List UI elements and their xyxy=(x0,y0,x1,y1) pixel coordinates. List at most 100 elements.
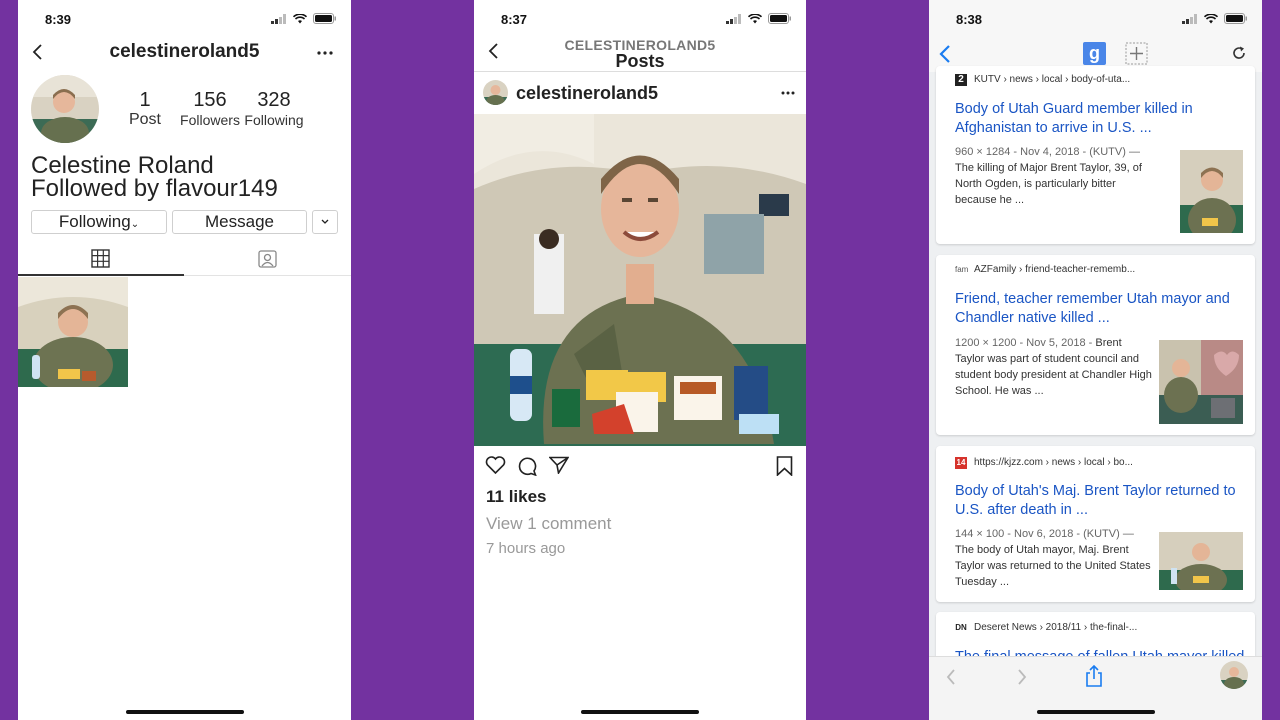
google-image-search-screen: 8:38 g 2 KUTV › news › local › body-of-u… xyxy=(929,0,1262,720)
instagram-post-screen: 8:37 CELESTINEROLAND5 Posts celestinerol… xyxy=(474,0,806,720)
thumbnail-photo xyxy=(1159,532,1243,590)
grid-view-icon[interactable] xyxy=(91,249,110,268)
result-thumbnail[interactable] xyxy=(1159,340,1243,424)
search-result-card[interactable]: 14 https://kjzz.com › news › local › bo.… xyxy=(936,446,1255,602)
result-snippet-text: The killing of Major Brent Taylor, 39, o… xyxy=(955,162,1142,206)
browser-back-icon[interactable] xyxy=(946,669,956,685)
reload-icon[interactable] xyxy=(1232,46,1246,60)
result-thumbnail[interactable] xyxy=(1159,532,1243,590)
suggested-dropdown-button[interactable] xyxy=(312,210,338,234)
search-result-card[interactable]: 2 KUTV › news › local › body-of-uta... B… xyxy=(936,66,1255,244)
result-snippet-text: The body of Utah mayor, Maj. Brent Taylo… xyxy=(955,544,1151,588)
result-title-link[interactable]: Body of Utah Guard member killed in Afgh… xyxy=(955,100,1251,138)
result-snippet: 1200 × 1200 - Nov 5, 2018 - Brent Taylor… xyxy=(955,335,1153,399)
thumbnail-photo xyxy=(1159,340,1243,424)
followers-count: 156 xyxy=(193,89,227,111)
add-tab-icon[interactable] xyxy=(1125,42,1148,65)
followed-by-text: Followed by flavour149 xyxy=(31,176,278,202)
result-title-link[interactable]: Friend, teacher remember Utah mayor and … xyxy=(955,290,1251,328)
bookmark-icon[interactable] xyxy=(776,456,793,476)
followers-stat[interactable]: 156 Followers xyxy=(178,89,242,129)
message-button[interactable]: Message xyxy=(172,210,307,234)
result-meta: 144 × 100 - Nov 6, 2018 - (KUTV) — xyxy=(955,528,1134,540)
wifi-icon xyxy=(1204,13,1218,23)
posts-stat[interactable]: 1 Post xyxy=(114,89,176,129)
home-indicator xyxy=(581,710,699,714)
result-thumbnail[interactable] xyxy=(1180,150,1243,233)
view-comments-link[interactable]: View 1 comment xyxy=(486,514,611,534)
following-button[interactable]: Following⌄ xyxy=(31,210,167,234)
tagged-photos-icon[interactable] xyxy=(258,249,277,268)
following-label: Following xyxy=(244,112,304,128)
source-favicon-icon: DN xyxy=(955,623,967,632)
chevron-down-icon xyxy=(321,219,329,224)
following-button-label: Following xyxy=(58,212,131,231)
more-options-icon[interactable] xyxy=(317,51,333,55)
wifi-icon xyxy=(748,13,762,23)
following-stat[interactable]: 328 Following xyxy=(243,89,305,129)
followers-label: Followers xyxy=(180,112,240,128)
posts-label: Post xyxy=(128,111,161,128)
status-time: 8:37 xyxy=(501,12,528,27)
grid-post-thumbnail[interactable] xyxy=(18,277,128,387)
followed-by-prefix: Followed by xyxy=(31,175,160,202)
result-meta: 960 × 1284 - Nov 4, 2018 - (KUTV) — xyxy=(955,146,1140,158)
post-author-username[interactable]: celestineroland5 xyxy=(516,83,658,104)
battery-icon xyxy=(768,13,791,24)
like-heart-icon[interactable] xyxy=(485,455,506,475)
profile-avatar[interactable] xyxy=(31,75,99,143)
wifi-icon xyxy=(293,13,307,23)
avatar-photo xyxy=(483,80,508,105)
search-result-card[interactable]: fam AZFamily › friend-teacher-rememb... … xyxy=(936,255,1255,435)
result-source: https://kjzz.com › news › local › bo... xyxy=(974,457,1133,468)
chevron-down-icon: ⌄ xyxy=(130,219,140,230)
google-logo-icon[interactable]: g xyxy=(1083,42,1106,65)
following-count: 328 xyxy=(257,89,291,111)
header-divider xyxy=(474,71,806,72)
instagram-profile-screen: 8:39 celestineroland5 1 Post 156 Followe… xyxy=(18,0,351,720)
source-favicon-icon: fam xyxy=(955,265,969,274)
post-author-avatar[interactable] xyxy=(483,80,508,105)
result-meta: 1200 × 1200 - Nov 5, 2018 - xyxy=(955,337,1096,349)
signal-icon xyxy=(271,13,286,24)
share-icon[interactable] xyxy=(1085,665,1103,687)
avatar-photo xyxy=(31,75,99,143)
active-tab-indicator xyxy=(18,274,184,276)
signal-icon xyxy=(726,13,741,24)
status-bar: 8:39 xyxy=(18,0,351,38)
likes-count[interactable]: 11 likes xyxy=(486,487,547,507)
comment-icon[interactable] xyxy=(517,456,537,476)
source-favicon-icon: 14 xyxy=(955,457,967,469)
result-source: Deseret News › 2018/11 › the-final-... xyxy=(974,622,1138,633)
home-indicator xyxy=(1036,710,1155,714)
back-chevron-icon[interactable] xyxy=(939,45,951,63)
result-source: AZFamily › friend-teacher-rememb... xyxy=(974,264,1136,275)
more-options-icon[interactable] xyxy=(781,91,795,95)
share-send-icon[interactable] xyxy=(549,456,569,474)
account-avatar[interactable] xyxy=(1220,661,1248,689)
post-photo-image xyxy=(474,114,806,446)
message-button-label: Message xyxy=(205,212,274,231)
followed-by-user[interactable]: flavour149 xyxy=(166,175,278,202)
status-time: 8:38 xyxy=(956,12,983,27)
result-title-link[interactable]: Body of Utah's Maj. Brent Taylor returne… xyxy=(955,482,1251,520)
post-photo[interactable] xyxy=(474,114,806,446)
home-indicator xyxy=(125,710,244,714)
avatar-photo xyxy=(1220,661,1248,689)
profile-username-title: celestineroland5 xyxy=(109,41,260,62)
search-result-card[interactable]: DN Deseret News › 2018/11 › the-final-..… xyxy=(936,612,1255,662)
result-snippet: 960 × 1284 - Nov 4, 2018 - (KUTV) — The … xyxy=(955,144,1153,208)
signal-icon xyxy=(1182,13,1197,24)
battery-icon xyxy=(1224,13,1247,24)
battery-icon xyxy=(313,13,336,24)
post-thumbnail-photo xyxy=(18,277,128,387)
status-time: 8:39 xyxy=(45,12,72,27)
status-bar: 8:38 xyxy=(929,0,1262,38)
source-favicon-icon: 2 xyxy=(955,74,967,86)
browser-forward-icon[interactable] xyxy=(1017,669,1027,685)
post-header-title: Posts xyxy=(615,51,665,71)
thumbnail-photo xyxy=(1180,150,1243,233)
post-timestamp: 7 hours ago xyxy=(486,540,566,557)
result-snippet: 144 × 100 - Nov 6, 2018 - (KUTV) — The b… xyxy=(955,526,1153,590)
status-bar: 8:37 xyxy=(474,0,806,38)
